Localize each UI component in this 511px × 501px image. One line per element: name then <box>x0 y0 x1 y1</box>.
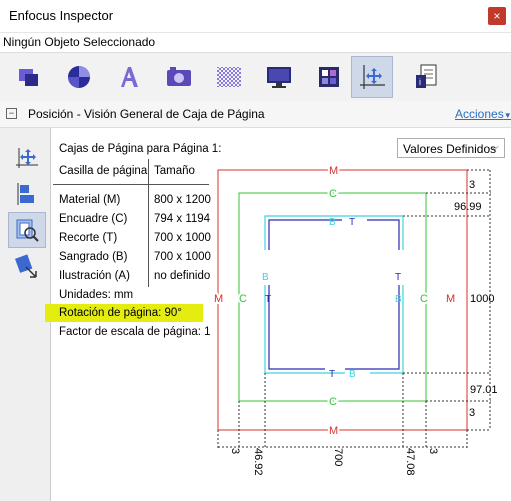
media-top-letter: M <box>329 165 338 177</box>
dim-bottom-label: 3 <box>229 448 241 454</box>
dim-bottom-label: 46.92 <box>252 448 264 476</box>
scale-label: Factor de escala de página: 1 <box>59 326 211 338</box>
actions-menu[interactable]: Acciones▼ <box>455 107 511 121</box>
image-icon[interactable] <box>158 56 200 98</box>
media-right-letter: M <box>446 293 455 305</box>
bottom-dimension-guides <box>217 373 468 448</box>
units-label: Unidades: mm <box>59 289 134 301</box>
close-button[interactable]: × <box>488 7 506 25</box>
transparency-icon[interactable] <box>208 56 250 98</box>
crop-bottom-letter: C <box>329 396 337 408</box>
sidebar <box>0 128 51 501</box>
bleed-box <box>264 215 404 374</box>
color-icon[interactable] <box>58 56 100 98</box>
trim-left-letter: T <box>265 294 271 305</box>
dim-right-label: 97.01 <box>470 384 498 396</box>
rotation-label: Rotación de página: 90° <box>59 307 182 319</box>
crop-left-letter: C <box>239 293 247 305</box>
row-box-size: 800 x 1200 <box>154 194 211 206</box>
trim-box <box>268 219 400 370</box>
object-icon[interactable] <box>8 56 50 98</box>
dropdown-value: Valores Definidos <box>403 142 497 156</box>
page-box-icon[interactable] <box>8 212 46 248</box>
inspector-toolbar: i <box>0 52 511 102</box>
row-box-size: no definido <box>154 270 211 282</box>
trim-right-letter: T <box>395 272 401 283</box>
resize-icon[interactable] <box>8 248 46 284</box>
svg-text:i: i <box>419 77 421 87</box>
table-header-divider <box>53 184 209 185</box>
display-icon[interactable] <box>258 56 300 98</box>
media-box <box>217 169 468 431</box>
bleed-bottom-letter: B <box>349 369 356 380</box>
align-icon[interactable] <box>8 176 46 212</box>
row-box-name: Material (M) <box>59 194 121 206</box>
trim-bottom-letter: T <box>329 369 335 380</box>
row-box-name: Recorte (T) <box>59 232 118 244</box>
section-header: − Posición - Visión General de Caja de P… <box>0 101 511 128</box>
row-box-size: 700 x 1000 <box>154 232 211 244</box>
swatches-icon[interactable] <box>308 56 350 98</box>
text-icon[interactable] <box>108 56 150 98</box>
media-left-letter: M <box>214 293 223 305</box>
crop-top-letter: C <box>329 188 337 200</box>
document-icon[interactable]: i <box>405 56 447 98</box>
table-column-divider <box>148 159 149 287</box>
section-title: Posición - Visión General de Caja de Pág… <box>28 107 265 121</box>
chevron-down-icon: ⌵ <box>491 142 499 153</box>
row-box-size: 794 x 1194 <box>154 213 211 225</box>
dim-right-label: 3 <box>469 407 475 419</box>
actions-label: Acciones <box>455 107 504 121</box>
bleed-right-letter: B <box>395 294 402 305</box>
dim-right-label: 1000 <box>470 293 494 305</box>
chevron-down-icon: ▼ <box>503 111 511 120</box>
column-header-box: Casilla de página <box>59 165 148 177</box>
bleed-top-letter: B <box>329 217 336 228</box>
dim-bottom-label: 3 <box>427 448 439 454</box>
media-bottom-letter: M <box>329 425 338 437</box>
dim-bottom-label: 700 <box>332 448 344 466</box>
values-dropdown[interactable]: Valores Definidos ⌵ <box>397 138 505 158</box>
trim-top-letter: T <box>349 217 355 228</box>
row-box-size: 700 x 1000 <box>154 251 211 263</box>
move-icon[interactable] <box>8 140 46 176</box>
crop-right-letter: C <box>420 293 428 305</box>
dim-right-label: 96.99 <box>454 201 482 213</box>
title-bar: Enfocus Inspector × <box>0 0 511 33</box>
bleed-left-letter: B <box>262 272 269 283</box>
column-header-size: Tamaño <box>154 165 195 177</box>
position-icon[interactable] <box>351 56 393 98</box>
row-box-name: Ilustración (A) <box>59 270 130 282</box>
panel-heading: Cajas de Página para Página 1: <box>59 143 222 155</box>
row-box-name: Sangrado (B) <box>59 251 128 263</box>
dim-bottom-label: 47.08 <box>404 448 416 476</box>
page-box-diagram: M M M M C C C C B B B B T T T T 3 96.99 … <box>212 163 498 476</box>
row-box-name: Encuadre (C) <box>59 213 128 225</box>
selection-status: Ningún Objeto Seleccionado <box>3 35 156 49</box>
dim-right-label: 3 <box>469 179 475 191</box>
window-title: Enfocus Inspector <box>9 8 114 23</box>
collapse-button[interactable]: − <box>6 108 17 119</box>
